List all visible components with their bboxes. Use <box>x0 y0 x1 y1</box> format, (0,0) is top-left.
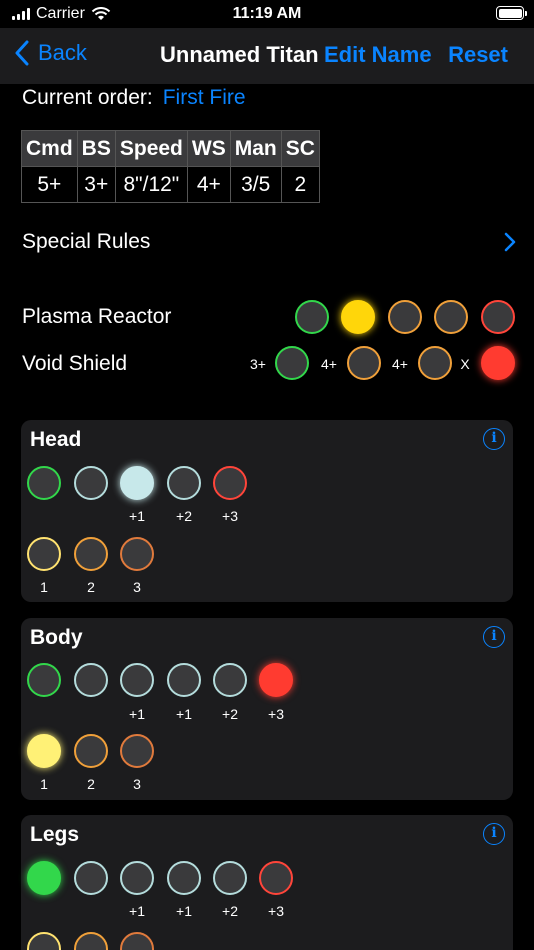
stat-value: 4+ <box>186 166 231 203</box>
armour-pip[interactable] <box>167 663 201 697</box>
stat-value: 3/5 <box>229 166 282 203</box>
armour-pip[interactable] <box>120 861 154 895</box>
crit-pip[interactable] <box>120 932 154 950</box>
void-shield-threshold: 4+ <box>321 356 337 372</box>
armour-mod: +3 <box>268 903 284 919</box>
stat-value: 8"/12" <box>114 166 188 203</box>
crit-label: 1 <box>40 579 48 595</box>
armour-pip-active[interactable] <box>120 466 154 500</box>
crit-label: 2 <box>87 579 95 595</box>
chevron-left-icon <box>15 40 29 66</box>
info-icon[interactable]: i <box>483 428 505 450</box>
armour-pip[interactable] <box>27 466 61 500</box>
void-shield-threshold: X <box>460 356 470 372</box>
stat-header: Man <box>229 130 282 167</box>
armour-mod: +2 <box>222 706 238 722</box>
armour-pip-active[interactable] <box>259 663 293 697</box>
void-shield-label: Void Shield <box>22 352 128 375</box>
stat-header: BS <box>76 130 116 167</box>
crit-label: 3 <box>133 579 141 595</box>
armour-pip[interactable] <box>213 466 247 500</box>
stats-table: Cmd BS Speed WS Man SC 5+ 3+ 8"/12" 4+ 3… <box>21 130 320 203</box>
edit-name-button[interactable]: Edit Name <box>324 42 432 68</box>
armour-pip[interactable] <box>120 663 154 697</box>
crit-pip[interactable] <box>74 932 108 950</box>
current-order-label: Current order: <box>22 86 153 109</box>
void-shield-threshold: 4+ <box>392 356 408 372</box>
stat-header: WS <box>186 130 231 167</box>
location-title: Legs <box>30 823 80 846</box>
plasma-reactor-pip[interactable] <box>434 300 468 334</box>
status-bar: Carrier 11:19 AM <box>0 0 534 28</box>
battery-icon <box>496 6 527 20</box>
plasma-reactor-pip-active[interactable] <box>341 300 375 334</box>
stat-value: 2 <box>280 166 320 203</box>
armour-mod: +2 <box>176 508 192 524</box>
plasma-reactor-pip[interactable] <box>388 300 422 334</box>
armour-mod: +1 <box>176 706 192 722</box>
armour-pip[interactable] <box>74 861 108 895</box>
armour-pip[interactable] <box>259 861 293 895</box>
page-title: Unnamed Titan <box>160 42 319 67</box>
location-card-body: Body i +1 +1 +2 +3 1 2 3 <box>21 618 513 800</box>
plasma-reactor-pip[interactable] <box>295 300 329 334</box>
stat-value: 5+ <box>21 166 78 203</box>
armour-mod: +2 <box>222 903 238 919</box>
armour-pip-active[interactable] <box>27 861 61 895</box>
crit-label: 2 <box>87 776 95 792</box>
void-shield-pip[interactable] <box>347 346 381 380</box>
crit-pip[interactable] <box>27 537 61 571</box>
crit-pip[interactable] <box>74 537 108 571</box>
navigation-bar: Back Unnamed Titan Edit Name Reset <box>0 28 534 84</box>
void-shield-pip[interactable] <box>418 346 452 380</box>
current-order: Current order: First Fire <box>22 86 246 110</box>
armour-pip[interactable] <box>213 861 247 895</box>
crit-label: 3 <box>133 776 141 792</box>
location-card-head: Head i +1 +2 +3 1 2 3 <box>21 420 513 602</box>
stats-header-row: Cmd BS Speed WS Man SC <box>21 130 320 167</box>
void-shield-threshold: 3+ <box>250 356 266 372</box>
reset-button[interactable]: Reset <box>448 42 508 68</box>
info-icon[interactable]: i <box>483 626 505 648</box>
armour-mod: +1 <box>129 706 145 722</box>
chevron-right-icon <box>504 232 516 252</box>
void-shield-pip-active[interactable] <box>481 346 515 380</box>
stat-value: 3+ <box>76 166 116 203</box>
plasma-reactor-pip[interactable] <box>481 300 515 334</box>
armour-pip[interactable] <box>167 466 201 500</box>
crit-pip[interactable] <box>120 734 154 768</box>
stat-header: SC <box>280 130 320 167</box>
armour-pip[interactable] <box>167 861 201 895</box>
armour-pip[interactable] <box>74 663 108 697</box>
stat-header: Cmd <box>21 130 78 167</box>
void-shield-pip[interactable] <box>275 346 309 380</box>
info-icon[interactable]: i <box>483 823 505 845</box>
location-title: Body <box>30 626 83 649</box>
location-title: Head <box>30 428 82 451</box>
armour-mod: +3 <box>222 508 238 524</box>
crit-label: 1 <box>40 776 48 792</box>
armour-pip[interactable] <box>74 466 108 500</box>
crit-pip-active[interactable] <box>27 734 61 768</box>
clock: 11:19 AM <box>232 5 302 22</box>
crit-pip[interactable] <box>120 537 154 571</box>
armour-mod: +1 <box>176 903 192 919</box>
special-rules-label: Special Rules <box>22 230 151 253</box>
special-rules-row[interactable]: Special Rules <box>22 230 518 260</box>
crit-pip[interactable] <box>74 734 108 768</box>
armour-mod: +1 <box>129 903 145 919</box>
armour-mod: +3 <box>268 706 284 722</box>
back-label: Back <box>38 40 87 65</box>
location-card-legs: Legs i +1 +1 +2 +3 <box>21 815 513 950</box>
current-order-value[interactable]: First Fire <box>163 86 246 109</box>
stat-header: Speed <box>114 130 188 167</box>
armour-pip[interactable] <box>213 663 247 697</box>
stats-value-row: 5+ 3+ 8"/12" 4+ 3/5 2 <box>21 166 320 203</box>
armour-pip[interactable] <box>27 663 61 697</box>
scroll-content[interactable]: Current order: First Fire Cmd BS Speed WS… <box>0 84 534 950</box>
back-button[interactable]: Back <box>14 40 87 66</box>
plasma-reactor-label: Plasma Reactor <box>22 305 172 328</box>
armour-mod: +1 <box>129 508 145 524</box>
crit-pip[interactable] <box>27 932 61 950</box>
